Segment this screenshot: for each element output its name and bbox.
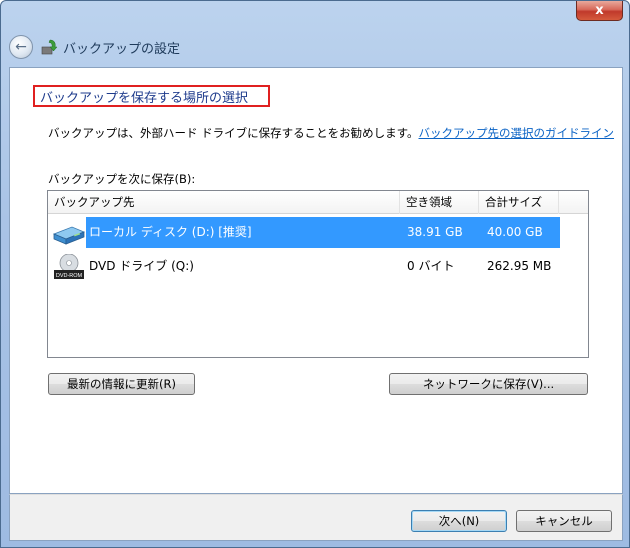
column-header-free-space[interactable]: 空き領域 [400, 191, 479, 214]
window-title: バックアップの設定 [63, 41, 181, 57]
dvd-drive-name: DVD ドライブ (Q:) [89, 259, 194, 273]
next-button[interactable]: 次へ(N) [411, 510, 507, 532]
close-icon: x [595, 3, 604, 18]
list-item-local-disk[interactable]: ローカル ディスク (D:) [推奨] 38.91 GB 40.00 GB [49, 217, 589, 248]
list-label: バックアップを次に保存(B): [48, 172, 196, 186]
description: バックアップは、外部ハード ドライブに保存することをお勧めします。バックアップ先… [48, 125, 614, 141]
description-text: バックアップは、外部ハード ドライブに保存することをお勧めします。 [48, 126, 419, 140]
dvd-drive-icon: DVD-ROM [54, 254, 84, 279]
list-header: バックアップ先 空き領域 合計サイズ [48, 191, 588, 214]
back-button[interactable]: ← [9, 35, 33, 59]
guideline-link[interactable]: バックアップ先の選択のガイドライン [419, 126, 615, 140]
dvd-drive-free: 0 バイト [407, 259, 455, 273]
local-disk-free: 38.91 GB [407, 225, 463, 239]
local-disk-name: ローカル ディスク (D:) [推奨] [89, 225, 252, 239]
page-heading: バックアップを保存する場所の選択 [33, 85, 270, 107]
list-item-dvd-drive[interactable]: DVD-ROM DVD ドライブ (Q:) 0 バイト 262.95 MB [49, 251, 589, 282]
back-arrow-icon: ← [15, 39, 27, 55]
local-disk-total: 40.00 GB [487, 225, 543, 239]
destination-list[interactable]: バックアップ先 空き領域 合計サイズ ローカル ディスク (D:) [推奨] 3… [47, 190, 589, 358]
close-button[interactable]: x [576, 1, 623, 21]
title-bar: ← バックアップの設定 [9, 33, 621, 61]
refresh-button[interactable]: 最新の情報に更新(R) [48, 373, 195, 395]
page-heading-text: バックアップを保存する場所の選択 [40, 90, 249, 106]
dialog-window: x ← バックアップの設定 バックアップを保存する場所の選択 バックアップは、外… [0, 0, 630, 548]
dvd-rom-label: DVD-ROM [56, 273, 83, 279]
save-to-network-button[interactable]: ネットワークに保存(V)... [389, 373, 588, 395]
dvd-drive-total: 262.95 MB [487, 259, 552, 273]
backup-app-icon [41, 39, 58, 55]
cancel-button[interactable]: キャンセル [516, 510, 612, 532]
hard-drive-icon [52, 226, 86, 245]
column-header-destination[interactable]: バックアップ先 [48, 191, 400, 214]
column-header-total-size[interactable]: 合計サイズ [479, 191, 559, 214]
